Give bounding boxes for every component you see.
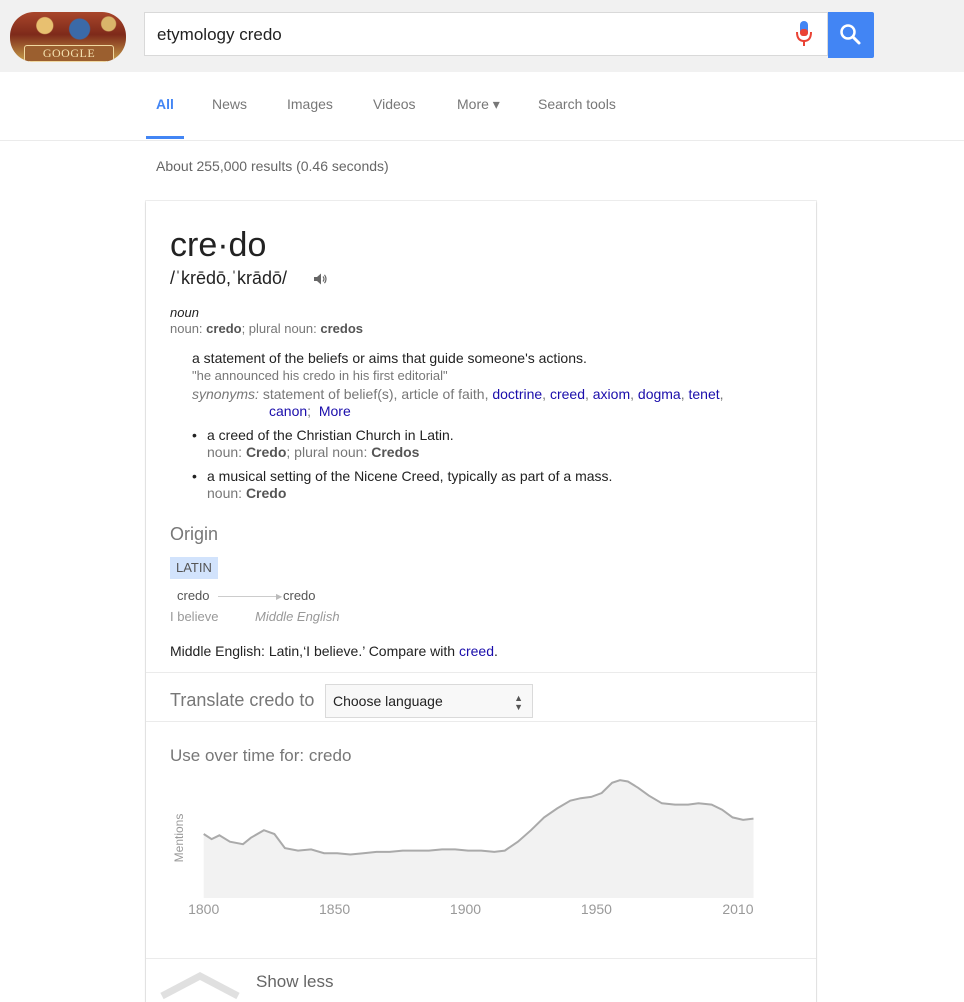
- etymology-target-gloss: Middle English: [255, 609, 340, 624]
- synonym-link[interactable]: axiom: [593, 386, 630, 402]
- sub-definition: • a creed of the Christian Church in Lati…: [192, 427, 454, 443]
- definition: a statement of the beliefs or aims that …: [192, 350, 587, 366]
- usage-chart: Mentions 1800 1850 1900 1950 2010: [172, 779, 754, 917]
- usage-title: Use over time for: credo: [170, 746, 352, 765]
- tab-more[interactable]: More ▾: [457, 96, 500, 113]
- tab-news[interactable]: News: [212, 96, 247, 112]
- arrowhead-icon: ▶: [276, 592, 283, 601]
- sub-inflection-plural: Credos: [371, 444, 420, 460]
- chevron-up-icon[interactable]: [160, 970, 240, 1002]
- synonym-link[interactable]: canon: [269, 403, 307, 419]
- sub-inflection-label: noun:: [207, 444, 243, 460]
- etymology-arrow: [218, 596, 280, 597]
- tab-search-tools[interactable]: Search tools: [538, 96, 616, 112]
- divider: [146, 958, 816, 959]
- synonyms-more-link[interactable]: More: [319, 403, 351, 419]
- sub-inflection: noun: Credo: [207, 485, 286, 501]
- x-tick-label: 1900: [450, 901, 481, 917]
- inflection: noun: credo; plural noun: credos: [170, 321, 363, 336]
- sub-inflection-plural-label: ; plural noun:: [286, 444, 368, 460]
- etymology-source-gloss: I believe: [170, 609, 219, 624]
- microphone-icon[interactable]: [795, 20, 813, 48]
- x-tick-label: 1800: [188, 901, 219, 917]
- synonyms: synonyms: statement of belief(s), articl…: [192, 386, 724, 419]
- x-tick-label: 2010: [722, 901, 753, 917]
- synonym-link[interactable]: dogma: [638, 386, 681, 402]
- sub-definition-text: a creed of the Christian Church in Latin…: [207, 427, 454, 443]
- translate-label: Translate credo to: [170, 690, 315, 710]
- synonyms-label: synonyms:: [192, 386, 259, 402]
- etymology-source-word: credo: [177, 588, 210, 603]
- tab-images[interactable]: Images: [287, 96, 333, 112]
- show-less-button[interactable]: Show less: [256, 972, 333, 992]
- search-button[interactable]: [828, 12, 874, 58]
- origin-heading: Origin: [170, 524, 219, 544]
- language-tag: LATIN: [170, 557, 218, 579]
- synonym-link[interactable]: creed: [550, 386, 585, 402]
- doodle-illustration: [10, 12, 126, 46]
- phonetic-spelling: /ˈkrēdō,ˈkrādō/: [170, 268, 288, 288]
- logo-text: GOOGLE: [24, 45, 114, 62]
- inflection-plural: credos: [320, 321, 364, 336]
- x-tick-label: 1950: [581, 901, 612, 917]
- inflection-word: credo: [206, 321, 242, 336]
- speaker-icon[interactable]: [312, 271, 328, 287]
- tab-videos[interactable]: Videos: [373, 96, 416, 112]
- sub-definition-text: a musical setting of the Nicene Creed, t…: [207, 468, 613, 484]
- part-of-speech: noun: [170, 305, 199, 320]
- select-arrows-icon: ▲ ▼: [514, 693, 523, 712]
- compare-link[interactable]: creed: [459, 643, 494, 659]
- sub-inflection: noun: Credo; plural noun: Credos: [207, 444, 419, 460]
- divider: [146, 721, 816, 722]
- sub-definition: • a musical setting of the Nicene Creed, …: [192, 468, 612, 484]
- language-select-value: Choose language: [333, 693, 443, 709]
- origin-text-prefix: Middle English: Latin,‘I believe.’ Compa…: [170, 643, 456, 659]
- result-stats: About 255,000 results (0.46 seconds): [156, 158, 389, 174]
- language-select[interactable]: Choose language ▲ ▼: [325, 684, 533, 718]
- synonym-link[interactable]: doctrine: [492, 386, 542, 402]
- bullet: •: [192, 468, 197, 484]
- search-box: [144, 12, 828, 57]
- search-icon: [840, 24, 861, 45]
- inflection-label: noun:: [170, 321, 203, 336]
- x-tick-label: 1850: [319, 901, 350, 917]
- sub-inflection-word: Credo: [245, 444, 287, 460]
- tab-all[interactable]: All: [156, 96, 174, 112]
- inflection-plural-label: ; plural noun:: [241, 321, 317, 336]
- sub-inflection-label: noun:: [207, 485, 243, 501]
- headword: cre·do: [170, 226, 267, 264]
- active-tab-indicator: [146, 136, 184, 139]
- etymology-target-word: credo: [283, 588, 316, 603]
- google-doodle-logo[interactable]: GOOGLE: [10, 12, 126, 62]
- bullet: •: [192, 427, 197, 443]
- usage-area: [203, 780, 754, 898]
- example-sentence: "he announced his credo in his first edi…: [192, 368, 448, 383]
- origin-text-suffix: .: [494, 643, 498, 659]
- synonyms-plain: statement of belief(s), article of faith…: [262, 386, 489, 402]
- divider: [146, 672, 816, 673]
- y-axis-label: Mentions: [172, 814, 186, 863]
- synonym-link[interactable]: tenet: [689, 386, 720, 402]
- search-input[interactable]: [155, 13, 779, 57]
- sub-inflection-word: Credo: [245, 485, 287, 501]
- origin-text: Middle English: Latin,‘I believe.’ Compa…: [170, 643, 498, 659]
